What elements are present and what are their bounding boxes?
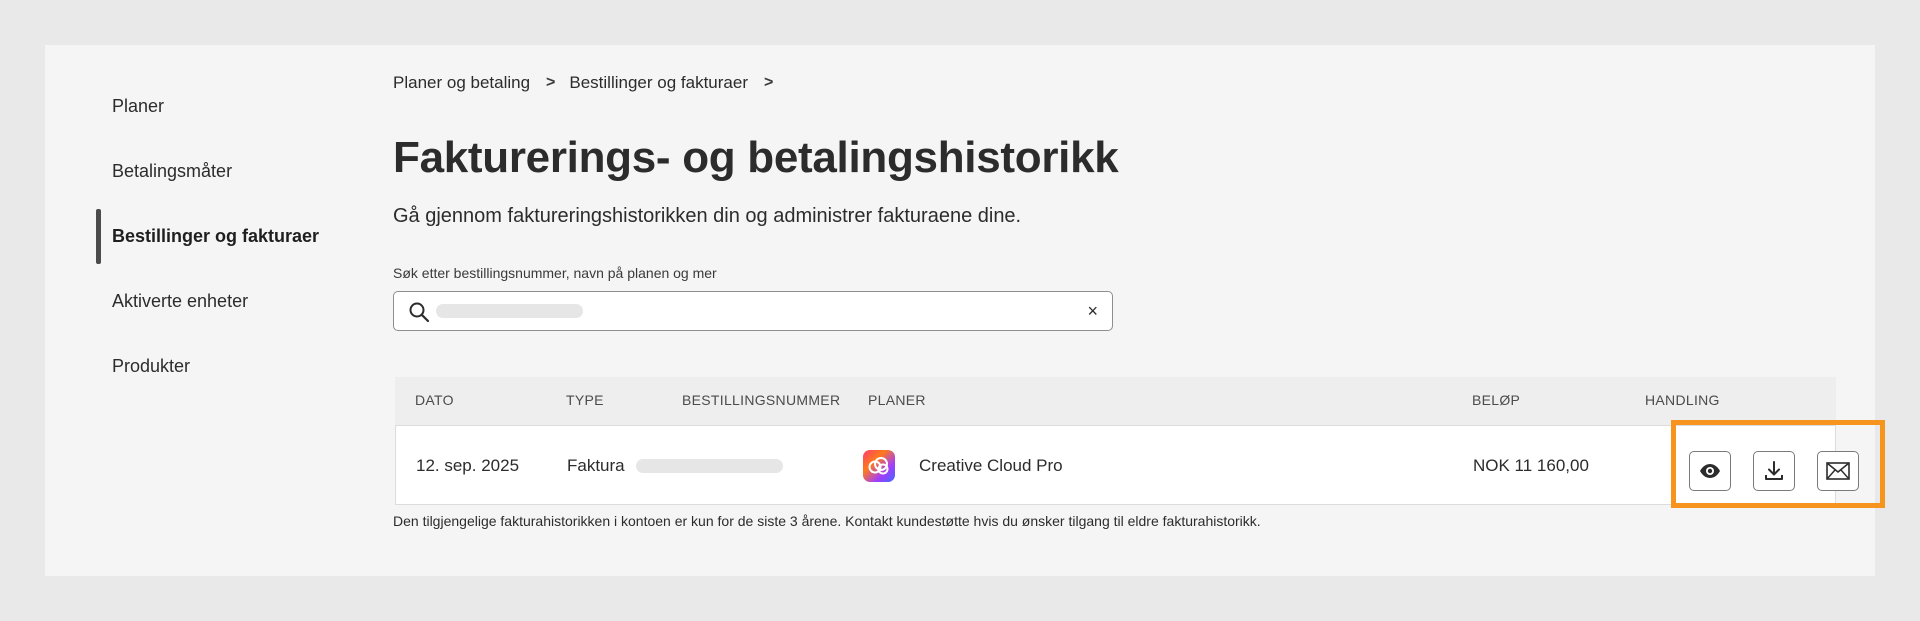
row-plan-name: Creative Cloud Pro: [919, 456, 1063, 475]
row-type: Faktura: [567, 456, 625, 475]
row-date: 12. sep. 2025: [416, 456, 520, 475]
creative-cloud-icon: [863, 450, 895, 482]
header-action: HANDLING: [1645, 392, 1720, 408]
table-row: 12. sep. 2025 Faktura Creative Cloud Pro…: [395, 425, 1836, 505]
page-subtitle: Gå gjennom faktureringshistorikken din o…: [393, 205, 1022, 227]
sidebar-item-plans[interactable]: Planer: [112, 96, 164, 117]
view-invoice-button[interactable]: [1689, 451, 1731, 491]
search-icon: [409, 302, 430, 323]
breadcrumb-separator: >: [546, 74, 556, 91]
mail-icon: [1826, 462, 1850, 480]
eye-icon: [1700, 464, 1720, 478]
download-icon: [1765, 461, 1783, 480]
search-input[interactable]: [436, 296, 1040, 328]
history-footnote: Den tilgjengelige fakturahistorikken i k…: [393, 513, 1261, 529]
sidebar-item-activated-devices[interactable]: Aktiverte enheter: [112, 291, 248, 312]
search-field[interactable]: ×: [393, 291, 1113, 331]
sidebar-item-orders-invoices[interactable]: Bestillinger og fakturaer: [112, 226, 319, 247]
search-label: Søk etter bestillingsnummer, navn på pla…: [393, 265, 717, 281]
sidebar: Planer Betalingsmåter Bestillinger og fa…: [45, 45, 375, 576]
breadcrumb: Planer og betaling > Bestillinger og fak…: [393, 73, 787, 93]
main-panel: Planer Betalingsmåter Bestillinger og fa…: [45, 45, 1885, 576]
page-title: Fakturerings- og betalingshistorikk: [393, 133, 1119, 182]
breadcrumb-separator: >: [763, 74, 774, 91]
header-order-number[interactable]: BESTILLINGSNUMMER: [682, 392, 840, 408]
sidebar-active-indicator: [96, 209, 101, 264]
sidebar-item-products[interactable]: Produkter: [112, 356, 190, 377]
header-amount[interactable]: BELØP: [1472, 392, 1520, 408]
breadcrumb-orders-invoices[interactable]: Bestillinger og fakturaer: [569, 73, 748, 93]
breadcrumb-plans-billing[interactable]: Planer og betaling: [393, 73, 530, 93]
clear-icon[interactable]: ×: [1087, 301, 1098, 322]
invoice-table: DATO TYPE BESTILLINGSNUMMER PLANER BELØP…: [395, 377, 1836, 505]
row-amount: NOK 11 160,00: [1473, 456, 1589, 475]
table-header: DATO TYPE BESTILLINGSNUMMER PLANER BELØP…: [395, 377, 1836, 425]
header-date[interactable]: DATO: [415, 392, 454, 408]
header-type[interactable]: TYPE: [566, 392, 604, 408]
sidebar-item-payment-methods[interactable]: Betalingsmåter: [112, 161, 232, 182]
row-order-number-redacted: [636, 459, 783, 473]
download-invoice-button[interactable]: [1753, 451, 1795, 491]
email-invoice-button[interactable]: [1817, 451, 1859, 491]
actions-highlight-box: [1671, 420, 1885, 508]
header-plans[interactable]: PLANER: [868, 392, 926, 408]
